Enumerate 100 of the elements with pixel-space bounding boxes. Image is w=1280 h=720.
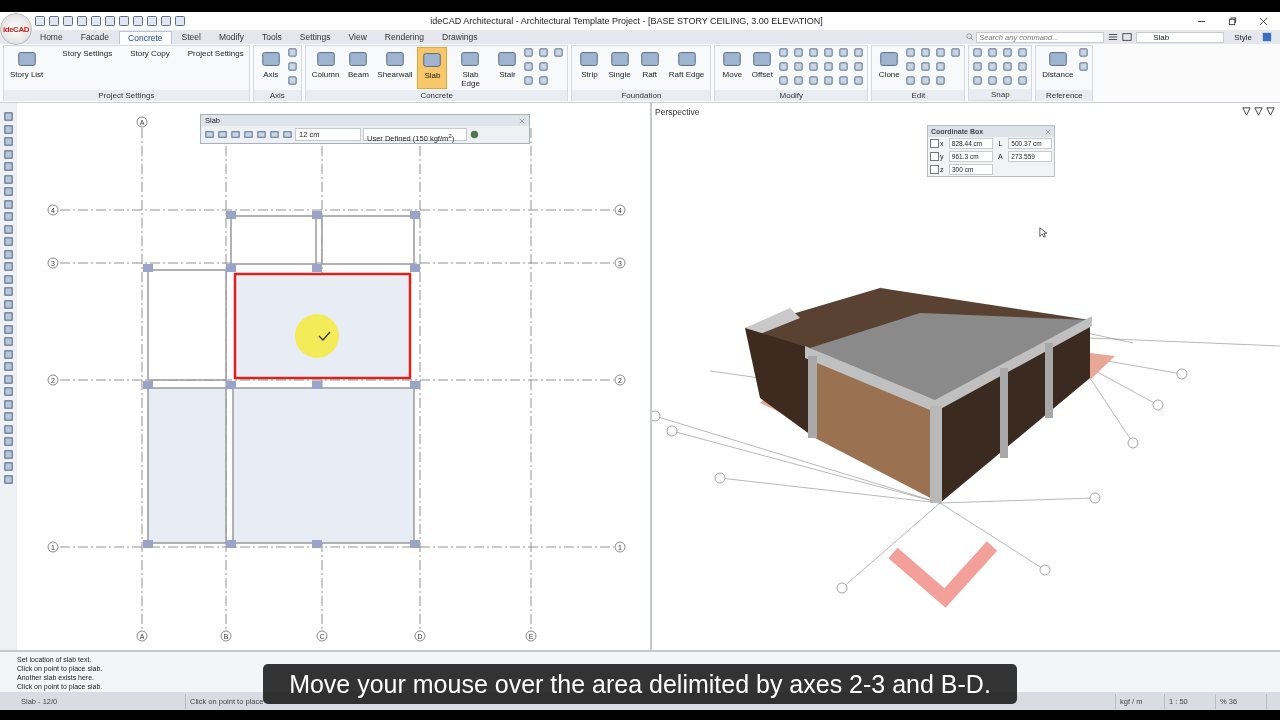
slab[interactable] [147, 387, 227, 544]
tool-icon[interactable] [935, 61, 947, 72]
tool-icon[interactable] [823, 61, 835, 72]
tool-icon[interactable] [538, 75, 550, 86]
tool-icon[interactable] [823, 75, 835, 86]
ribbon-button[interactable]: Axis [256, 47, 285, 89]
style-dropdown[interactable]: Style [1228, 32, 1258, 42]
ribbon-button[interactable]: Beam [344, 47, 373, 89]
ribbon-tab[interactable]: Modify [210, 30, 252, 44]
ribbon-button[interactable]: Stair [493, 47, 522, 89]
tool-icon[interactable] [987, 61, 999, 72]
tool-icon[interactable] [3, 236, 14, 247]
lock-checkbox[interactable] [930, 139, 939, 148]
tool-icon[interactable] [935, 75, 947, 86]
ribbon-button[interactable]: Shearwall [374, 47, 416, 89]
tool-icon[interactable] [3, 161, 14, 172]
tool-icon[interactable] [3, 111, 14, 122]
slab[interactable] [321, 215, 415, 265]
tool-icon[interactable] [3, 423, 14, 435]
tool-icon[interactable] [793, 61, 805, 72]
ribbon-button[interactable]: Raft [635, 47, 664, 89]
tool-icon[interactable] [838, 75, 850, 86]
tool-icon[interactable] [538, 47, 550, 58]
toolbar-icon[interactable] [132, 15, 144, 27]
ribbon-button[interactable]: Clone [875, 47, 904, 89]
tool-icon[interactable] [3, 223, 14, 235]
tool-icon[interactable] [230, 129, 241, 140]
tool-icon[interactable] [3, 298, 14, 310]
tool-icon[interactable] [920, 47, 932, 58]
toolbar-icon[interactable] [118, 15, 130, 27]
ribbon-tab[interactable]: Concrete [119, 30, 172, 44]
tool-icon[interactable] [3, 361, 14, 372]
ribbon-button[interactable]: Offset [748, 47, 777, 89]
slab[interactable] [147, 269, 227, 381]
tool-icon[interactable] [823, 47, 835, 58]
tool-icon[interactable] [523, 75, 535, 86]
tool-icon[interactable] [282, 129, 293, 140]
ribbon-button[interactable]: Story Settings [48, 47, 115, 60]
tool-icon[interactable] [1078, 61, 1090, 72]
toolbar-icon[interactable] [34, 15, 46, 27]
tool-icon[interactable] [853, 75, 865, 86]
tool-icon[interactable] [3, 286, 14, 297]
toolbar-icon[interactable] [160, 15, 172, 27]
tool-icon[interactable] [838, 61, 850, 72]
toolbar-icon[interactable] [48, 15, 60, 27]
tool-icon[interactable] [778, 47, 790, 58]
tool-icon[interactable] [3, 348, 14, 360]
layers-icon[interactable] [1122, 32, 1133, 42]
tool-icon[interactable] [950, 47, 962, 58]
toolbar-icon[interactable] [146, 15, 158, 27]
tool-icon[interactable] [1002, 47, 1014, 58]
tool-icon[interactable] [778, 61, 790, 72]
ribbon-button[interactable]: Strip [575, 47, 604, 89]
slab[interactable] [230, 215, 317, 265]
tool-icon[interactable] [3, 373, 14, 385]
layers-icon[interactable] [1108, 32, 1119, 42]
ribbon-button[interactable]: Distance [1039, 47, 1077, 89]
tool-icon[interactable] [793, 47, 805, 58]
ribbon-button[interactable]: Slab [417, 47, 448, 89]
tool-icon[interactable] [3, 248, 14, 260]
tool-icon[interactable] [3, 136, 14, 147]
ribbon-tab[interactable]: Steel [173, 30, 209, 44]
tool-icon[interactable] [905, 61, 917, 72]
tool-icon[interactable] [523, 61, 535, 72]
tool-icon[interactable] [1017, 61, 1029, 72]
toolbar-icon[interactable] [90, 15, 102, 27]
tool-icon[interactable] [256, 129, 267, 140]
tool-icon[interactable] [987, 47, 999, 58]
tool-icon[interactable] [808, 47, 820, 58]
restore-icon[interactable] [1228, 16, 1237, 26]
tool-icon[interactable] [3, 173, 14, 185]
tool-icon[interactable] [905, 47, 917, 58]
tool-icon[interactable] [808, 75, 820, 86]
ribbon-button[interactable]: Slab Edge [449, 47, 492, 89]
tool-icon[interactable] [3, 311, 14, 322]
ribbon-tab[interactable]: Facade [72, 30, 118, 44]
tool-icon[interactable] [905, 75, 917, 86]
layer-dropdown[interactable]: Slab [1136, 31, 1225, 43]
tool-icon[interactable] [793, 75, 805, 86]
tool-icon[interactable] [286, 47, 298, 58]
ribbon-button[interactable]: Move [718, 47, 747, 89]
view-icon[interactable] [1253, 106, 1264, 117]
tool-icon[interactable] [3, 411, 14, 422]
ribbon-tab[interactable]: Settings [291, 30, 339, 44]
tool-icon[interactable] [3, 473, 14, 485]
tool-icon[interactable] [3, 123, 14, 135]
tool-icon[interactable] [3, 273, 14, 285]
tool-icon[interactable] [972, 61, 984, 72]
tool-icon[interactable] [3, 148, 14, 160]
tool-icon[interactable] [553, 47, 565, 58]
tool-icon[interactable] [217, 129, 228, 140]
view-icon[interactable] [1265, 106, 1276, 117]
tool-icon[interactable] [204, 129, 215, 140]
ribbon-button[interactable]: Raft Edge [665, 47, 708, 89]
close-icon[interactable] [1259, 16, 1268, 26]
ribbon-tab[interactable]: Tools [253, 30, 290, 44]
ribbon-tab[interactable]: Home [32, 30, 71, 44]
tool-icon[interactable] [1017, 47, 1029, 58]
tool-icon[interactable] [853, 47, 865, 58]
ribbon-button[interactable]: Column [308, 47, 343, 89]
